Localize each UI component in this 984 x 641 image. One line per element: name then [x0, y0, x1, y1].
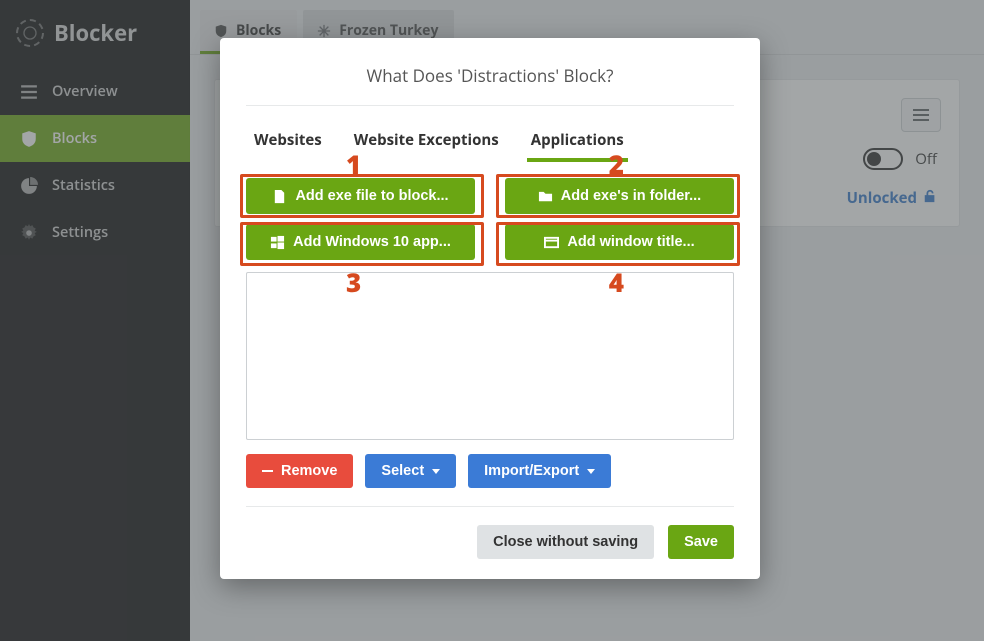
add-win10-app-button[interactable]: Add Windows 10 app...: [246, 224, 475, 260]
folder-icon: [538, 189, 553, 204]
modal-tab-label: Websites: [254, 130, 322, 150]
add-exe-button[interactable]: Add exe file to block...: [246, 178, 475, 214]
app-block-button-grid: Add exe file to block... Add exe's in fo…: [246, 160, 734, 266]
button-label: Add exe's in folder...: [561, 188, 701, 204]
window-icon: [544, 235, 559, 250]
add-window-title-button[interactable]: Add window title...: [505, 224, 734, 260]
button-label: Add Windows 10 app...: [293, 234, 451, 250]
modal-tabs: Websites Website Exceptions Applications: [246, 106, 734, 160]
remove-button[interactable]: Remove: [246, 454, 353, 488]
chevron-down-icon: [432, 469, 440, 474]
chevron-down-icon: [587, 469, 595, 474]
button-label: Save: [684, 534, 718, 550]
close-without-saving-button[interactable]: Close without saving: [477, 525, 654, 559]
list-actions-row: Remove Select Import/Export: [246, 454, 734, 488]
minus-icon: [262, 470, 273, 473]
button-label: Add window title...: [567, 234, 694, 250]
button-label: Select: [381, 463, 424, 479]
save-button[interactable]: Save: [668, 525, 734, 559]
block-settings-modal: What Does 'Distractions' Block? Websites…: [220, 38, 760, 579]
select-button[interactable]: Select: [365, 454, 456, 488]
add-folder-button[interactable]: Add exe's in folder...: [505, 178, 734, 214]
modal-tab-website-exceptions[interactable]: Website Exceptions: [352, 124, 501, 160]
modal-tab-label: Website Exceptions: [354, 130, 499, 150]
import-export-button[interactable]: Import/Export: [468, 454, 611, 488]
windows-icon: [270, 235, 285, 250]
button-label: Add exe file to block...: [295, 188, 448, 204]
modal-tab-applications[interactable]: Applications: [529, 124, 626, 160]
button-label: Import/Export: [484, 463, 579, 479]
button-label: Remove: [281, 463, 337, 479]
file-icon: [272, 189, 287, 204]
modal-tab-label: Applications: [531, 130, 624, 150]
modal-footer: Close without saving Save: [246, 525, 734, 559]
blocked-apps-listbox[interactable]: [246, 272, 734, 440]
modal-title: What Does 'Distractions' Block?: [246, 58, 734, 105]
button-label: Close without saving: [493, 534, 638, 550]
modal-tab-websites[interactable]: Websites: [252, 124, 324, 160]
